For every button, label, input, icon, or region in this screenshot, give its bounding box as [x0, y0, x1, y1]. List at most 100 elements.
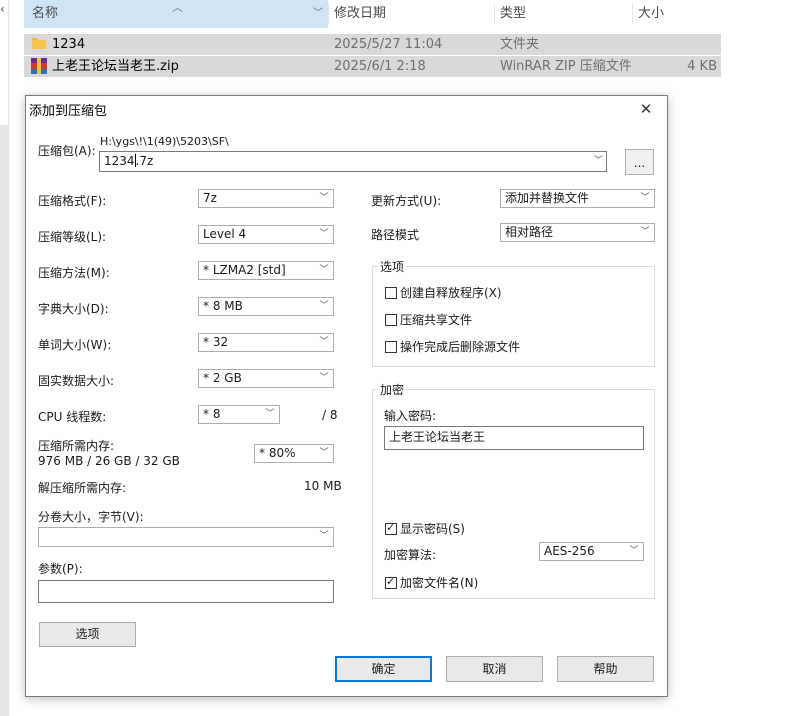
column-date-header[interactable]: 修改日期 [334, 0, 386, 28]
sort-up-icon: ︿ [172, 1, 183, 14]
shared-files-checkbox-label: 压缩共享文件 [400, 313, 473, 327]
chevron-down-icon[interactable]: ﹀ [308, 0, 328, 28]
cancel-button[interactable]: 取消 [446, 656, 543, 682]
format-value: 7z [203, 191, 217, 205]
delete-after-checkbox-label: 操作完成后删除源文件 [400, 340, 521, 354]
ok-button[interactable]: 确定 [335, 656, 432, 682]
file-type: WinRAR ZIP 压缩文件 [500, 59, 632, 74]
update-select[interactable]: 添加并替换文件 ﹀ [500, 189, 655, 208]
solid-select[interactable]: * 2 GB ﹀ [198, 369, 334, 388]
path-mode-label: 路径模式 [371, 228, 420, 242]
threads-label: CPU 线程数: [38, 410, 107, 424]
encryption-group-title: 加密 [378, 381, 407, 398]
chevron-down-icon: ﹀ [265, 409, 275, 419]
file-name: 上老王论坛当老王.zip [52, 59, 179, 74]
file-date: 2025/6/1 2:18 [334, 59, 426, 74]
checkbox-unchecked-icon [385, 287, 397, 299]
dict-value: * 8 MB [203, 299, 243, 313]
shared-files-checkbox[interactable]: 压缩共享文件 [385, 311, 472, 328]
path-mode-select[interactable]: 相对路径 ﹀ [500, 223, 655, 242]
chevron-down-icon: ﹀ [319, 265, 329, 275]
encryption-method-select[interactable]: AES-256 ﹀ [539, 542, 644, 561]
chevron-down-icon: ﹀ [319, 193, 329, 203]
volume-select[interactable]: ﹀ [38, 527, 334, 547]
solid-label: 固实数据大小: [38, 374, 115, 388]
chevron-down-icon[interactable]: ﹀ [594, 152, 603, 171]
file-row-folder[interactable]: 1234 2025/5/27 11:04 文件夹 [24, 34, 721, 55]
encryption-method-value: AES-256 [544, 544, 595, 558]
column-name-label: 名称 [32, 6, 59, 21]
encrypt-names-label: 加密文件名(N) [400, 576, 479, 590]
delete-after-checkbox[interactable]: 操作完成后删除源文件 [385, 338, 520, 355]
mem-decompress-label: 解压缩所需内存: [38, 481, 127, 495]
navigation-pane [0, 125, 8, 716]
word-select[interactable]: * 32 ﹀ [198, 333, 334, 352]
level-value: Level 4 [203, 227, 247, 241]
threads-select[interactable]: * 8 ﹀ [198, 405, 280, 424]
add-to-archive-dialog: 添加到压缩包 ✕ 压缩包(A): H:\ygs\!\1(49)\5203\SF\… [25, 95, 668, 697]
checkbox-unchecked-icon [385, 314, 397, 326]
mem-decompress-value: 10 MB [304, 479, 342, 493]
mem-percent-select[interactable]: * 80% ﹀ [254, 444, 334, 463]
password-input[interactable]: 上老王论坛当老王 [384, 426, 644, 450]
level-label: 压缩等级(L): [38, 230, 107, 244]
params-label: 参数(P): [38, 562, 83, 576]
options-button[interactable]: 选项 [39, 622, 136, 647]
checkbox-unchecked-icon [385, 341, 397, 353]
dialog-title: 添加到压缩包 [29, 104, 108, 119]
help-button[interactable]: 帮助 [557, 656, 654, 682]
level-select[interactable]: Level 4 ﹀ [198, 225, 334, 244]
options-group: 选项 创建自释放程序(X) 压缩共享文件 操作完成后删除源文件 [372, 258, 655, 367]
chevron-left-icon[interactable]: ‹ [0, 2, 5, 16]
winrar-zip-icon [31, 58, 47, 74]
file-date: 2025/5/27 11:04 [334, 37, 443, 52]
file-name: 1234 [52, 37, 86, 52]
mem-compress-value: 976 MB / 26 GB / 32 GB [38, 454, 180, 468]
chevron-down-icon: ﹀ [640, 193, 650, 203]
column-name-header[interactable]: 名称 ︿ ﹀ [24, 0, 328, 28]
method-label: 压缩方法(M): [38, 266, 110, 280]
params-input[interactable] [38, 580, 334, 603]
column-type-header[interactable]: 类型 [500, 0, 526, 28]
sfx-checkbox[interactable]: 创建自释放程序(X) [385, 284, 502, 301]
show-password-checkbox[interactable]: ✓ 显示密码(S) [385, 520, 465, 537]
archive-name-combo[interactable]: 1234.7z ﹀ [99, 151, 607, 172]
word-value: * 32 [203, 335, 229, 349]
archive-path: H:\ygs\!\1(49)\5203\SF\ [100, 135, 229, 148]
show-password-label: 显示密码(S) [400, 522, 465, 536]
dict-select[interactable]: * 8 MB ﹀ [198, 297, 334, 316]
chevron-down-icon: ﹀ [319, 373, 329, 383]
threads-value: * 8 [203, 407, 221, 421]
chevron-down-icon: ﹀ [319, 337, 329, 347]
archive-name-text: 1234 [104, 154, 135, 168]
encrypt-names-checkbox[interactable]: ✓ 加密文件名(N) [385, 574, 478, 591]
navigation-pane-edge: ‹ [0, 0, 9, 716]
archive-extension-text: .7z [135, 154, 154, 168]
sfx-checkbox-label: 创建自释放程序(X) [400, 286, 502, 300]
dict-label: 字典大小(D): [38, 302, 109, 316]
file-size: 4 KB [687, 59, 717, 74]
browse-button[interactable]: ... [625, 149, 654, 175]
method-value: * LZMA2 [std] [203, 263, 286, 277]
close-icon[interactable]: ✕ [633, 98, 659, 120]
threads-max: / 8 [322, 408, 338, 422]
chevron-down-icon: ﹀ [319, 301, 329, 311]
column-divider[interactable] [632, 4, 633, 24]
method-select[interactable]: * LZMA2 [std] ﹀ [198, 261, 334, 280]
chevron-down-icon: ﹀ [319, 448, 329, 458]
column-divider[interactable] [328, 4, 329, 24]
archive-label: 压缩包(A): [38, 144, 96, 158]
file-type: 文件夹 [500, 37, 540, 52]
encryption-method-label: 加密算法: [384, 548, 437, 562]
solid-value: * 2 GB [203, 371, 242, 385]
column-size-header[interactable]: 大小 [638, 0, 664, 28]
encryption-group: 加密 输入密码: 上老王论坛当老王 ✓ 显示密码(S) 加密算法: AES-256… [372, 381, 655, 599]
update-label: 更新方式(U): [371, 194, 442, 208]
word-label: 单词大小(W): [38, 338, 112, 352]
chevron-down-icon: ﹀ [629, 546, 639, 556]
format-select[interactable]: 7z ﹀ [198, 189, 334, 208]
file-row-zip[interactable]: 上老王论坛当老王.zip 2025/6/1 2:18 WinRAR ZIP 压缩… [24, 56, 721, 77]
column-divider[interactable] [494, 4, 495, 24]
path-mode-value: 相对路径 [505, 225, 554, 239]
chevron-down-icon: ﹀ [319, 229, 329, 239]
